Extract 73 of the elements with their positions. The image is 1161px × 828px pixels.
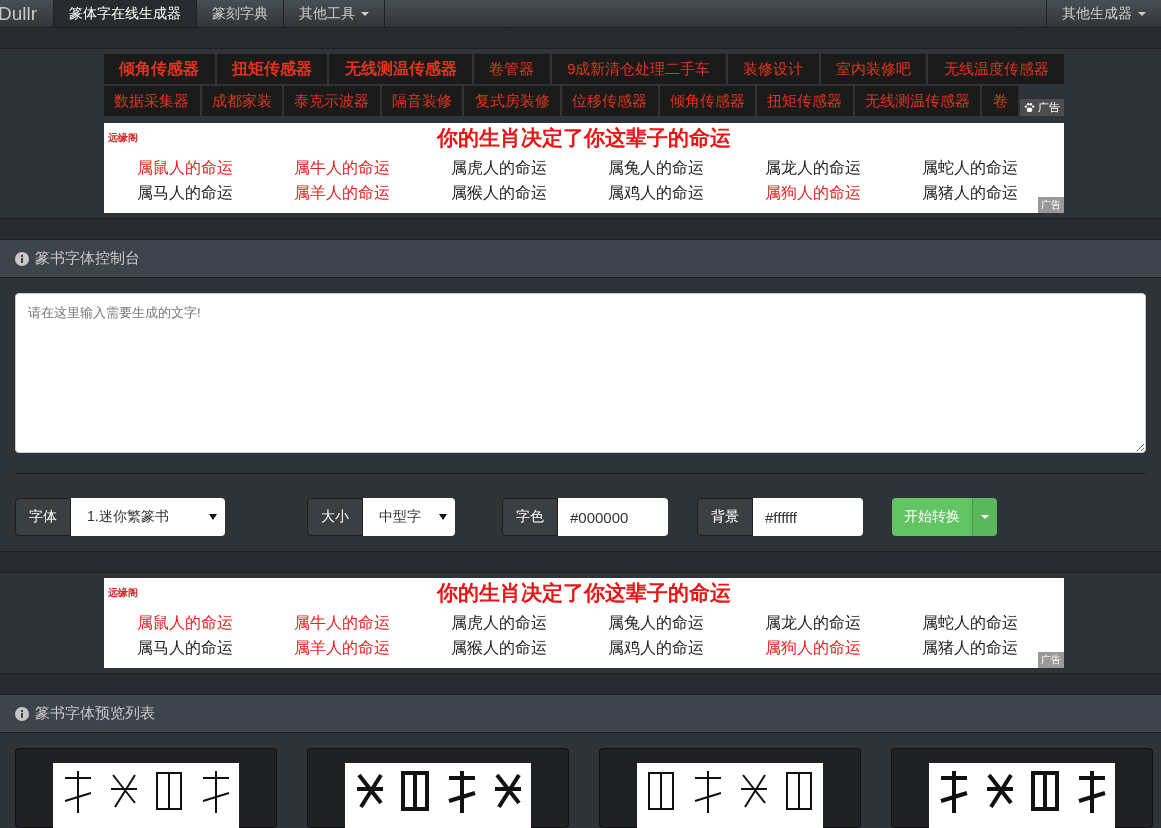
ad-link[interactable]: 属马人的命运 (137, 638, 294, 659)
ad-link[interactable]: 属猴人的命运 (451, 638, 608, 659)
paw-icon (1023, 102, 1035, 113)
nav-tab[interactable]: 篆刻字典 (196, 0, 283, 27)
info-icon (15, 706, 29, 721)
ad-link[interactable]: 复式房装修 (464, 86, 560, 116)
caret-icon (209, 514, 217, 520)
nav-tab[interactable]: 篆体字在线生成器 (53, 0, 196, 27)
ad-link[interactable]: 扭矩传感器 (216, 54, 328, 84)
ad-link[interactable]: 装修设计 (727, 54, 819, 84)
ad-link[interactable]: 属羊人的命运 (294, 638, 451, 659)
ad-link[interactable]: 属兔人的命运 (608, 613, 765, 634)
banner-logo: 远缘阁 (107, 131, 139, 145)
ad-link[interactable]: 无线测温传感器 (854, 86, 981, 116)
ad-link[interactable]: 属牛人的命运 (294, 158, 451, 179)
ad-badge: 广告 (1019, 99, 1064, 116)
color-input-field[interactable]: #ffffff (753, 498, 863, 536)
font-preview-card[interactable] (599, 748, 861, 828)
ad-link[interactable]: 数据采集器 (104, 86, 200, 116)
ad-link[interactable]: 倾角传感器 (104, 54, 215, 84)
ad-link[interactable]: 泰克示波器 (284, 86, 380, 116)
ad-link[interactable]: 卷管器 (474, 54, 550, 84)
nav-tab[interactable]: 其他工具 (283, 0, 385, 27)
ad-link[interactable]: 成都家装 (201, 86, 283, 116)
ad-link[interactable]: 倾角传感器 (659, 86, 756, 116)
ad-link[interactable]: 属虎人的命运 (451, 158, 608, 179)
ad-badge: 广告 (1038, 652, 1064, 668)
ad-link[interactable]: 属牛人的命运 (294, 613, 451, 634)
ad-link[interactable]: 属猴人的命运 (451, 183, 608, 204)
ad-link[interactable]: 属狗人的命运 (765, 638, 922, 659)
select-field[interactable]: 1.迷你繁篆书 (71, 498, 225, 536)
ad-link[interactable]: 室内装修吧 (820, 54, 927, 84)
panel-title: 篆书字体控制台 (35, 249, 140, 268)
ad-link[interactable]: 卷 (982, 86, 1018, 116)
ad-link[interactable]: 隔音装修 (381, 86, 463, 116)
field-label: 字体 (15, 498, 71, 536)
select-field[interactable]: 中型字 (363, 498, 455, 536)
font-preview-card[interactable] (15, 748, 277, 828)
ad-link[interactable]: 属龙人的命运 (765, 613, 922, 634)
ad-link[interactable]: 9成新清仓处理二手车 (551, 54, 726, 84)
ad-link[interactable]: 扭矩传感器 (757, 86, 853, 116)
banner-headline: 你的生肖决定了你这辈子的命运 (435, 125, 732, 151)
ad-link[interactable]: 属虎人的命运 (451, 613, 608, 634)
field-label: 背景 (697, 498, 753, 536)
ad-banner[interactable]: 远缘阁 你的生肖决定了你这辈子的命运 属鼠人的命运 属牛人的命运 属虎人的命运 属兔人的命运 属龙人的命运 属蛇人的命运 属马人的命运 属羊人的命运 属猴人的命运 属鸡人的命运 属狗人的命运 属猪人的命运 广告 (104, 123, 1064, 213)
ad-link[interactable]: 属龙人的命运 (765, 158, 922, 179)
banner-headline: 你的生肖决定了你这辈子的命运 (435, 580, 732, 606)
brand-link[interactable]: Dullr (0, 0, 53, 27)
font-preview-card[interactable] (891, 748, 1153, 828)
ad-badge: 广告 (1038, 197, 1064, 213)
info-icon (15, 251, 29, 266)
ad-banner[interactable]: 远缘阁 你的生肖决定了你这辈子的命运 属鼠人的命运 属牛人的命运 属虎人的命运 属兔人的命运 属龙人的命运 属蛇人的命运 属马人的命运 属羊人的命运 属猴人的命运 属鸡人的命运 属狗人的命运 属猪人的命运 广告 (104, 578, 1064, 668)
ad-link[interactable]: 位移传感器 (561, 86, 658, 116)
color-input-field[interactable]: #000000 (558, 498, 668, 536)
ad-link[interactable]: 属马人的命运 (137, 183, 294, 204)
banner-logo: 远缘阁 (107, 586, 139, 600)
text-input-field[interactable]: 请在这里输入需要生成的文字! (15, 293, 1146, 453)
caret-icon (439, 514, 447, 520)
dropdown-toggle-button[interactable] (972, 498, 997, 536)
ad-link[interactable]: 属鸡人的命运 (608, 183, 765, 204)
ad-link[interactable]: 属兔人的命运 (608, 158, 765, 179)
ad-link[interactable]: 属羊人的命运 (294, 183, 451, 204)
font-preview-card[interactable] (307, 748, 569, 828)
ad-link[interactable]: 属鼠人的命运 (137, 158, 294, 179)
field-label: 大小 (307, 498, 363, 536)
ad-link[interactable]: 属鸡人的命运 (608, 638, 765, 659)
ad-link[interactable]: 属鼠人的命运 (137, 613, 294, 634)
ad-link[interactable]: 无线温度传感器 (928, 54, 1064, 84)
nav-dropdown[interactable]: 其他生成器 (1046, 0, 1161, 27)
field-label: 字色 (502, 498, 558, 536)
ad-link[interactable]: 无线测温传感器 (329, 54, 473, 84)
ad-link[interactable]: 属狗人的命运 (765, 183, 922, 204)
panel-title: 篆书字体预览列表 (35, 704, 155, 723)
